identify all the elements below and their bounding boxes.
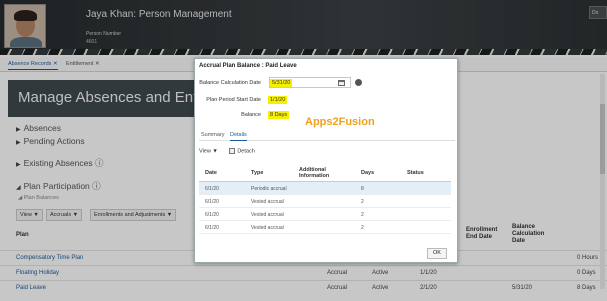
accrual-plan-balance-dialog: Accrual Plan Balance : Paid Leave Balanc… <box>194 58 458 263</box>
table-row[interactable]: 6/1/20 Vested accrual 2 <box>199 208 451 221</box>
row-type: Vested accrual <box>251 225 284 231</box>
calendar-icon[interactable] <box>338 80 345 86</box>
row-days: 2 <box>361 199 364 205</box>
balance-value: 8 Days <box>268 111 290 119</box>
row-date: 6/1/20 <box>205 186 219 192</box>
row-type: Periodic accrual <box>251 186 287 192</box>
start-date-value: 1/1/20 <box>268 96 288 104</box>
row-type: Vested accrual <box>251 199 284 205</box>
table-row[interactable]: 6/1/20 Vested accrual 2 <box>199 221 451 234</box>
table-row[interactable]: 6/1/20 Periodic accrual 8 <box>199 182 451 195</box>
calc-date-label: Balance Calculation Date <box>199 80 261 86</box>
refresh-icon[interactable] <box>355 79 362 86</box>
view-menu[interactable]: View ▼ <box>199 148 218 154</box>
watermark: Apps2Fusion <box>305 116 375 128</box>
detach-button[interactable]: Detach <box>237 148 254 154</box>
row-days: 2 <box>361 212 364 218</box>
balance-label: Balance <box>241 112 261 118</box>
details-toolbar: View ▼ Detach <box>199 148 255 154</box>
row-date: 6/1/20 <box>205 199 219 205</box>
col-days: Days <box>361 170 375 176</box>
dialog-title: Accrual Plan Balance : Paid Leave <box>199 63 297 69</box>
row-type: Vested accrual <box>251 212 284 218</box>
col-additional-info: Additional Information <box>299 167 330 179</box>
table-row[interactable]: 6/1/20 Vested accrual 2 <box>199 195 451 208</box>
col-status: Status <box>407 170 424 176</box>
calc-date-value[interactable]: 5/31/20 <box>270 79 293 87</box>
row-date: 6/1/20 <box>205 212 219 218</box>
tab-details[interactable]: Details <box>230 132 247 141</box>
row-days: 8 <box>361 186 364 192</box>
col-type: Type <box>251 170 264 176</box>
details-table-header: Date Type Additional Information Days St… <box>199 163 451 182</box>
tab-summary[interactable]: Summary <box>201 132 225 138</box>
start-date-label: Plan Period Start Date <box>206 97 261 103</box>
row-days: 2 <box>361 225 364 231</box>
col-date: Date <box>205 170 217 176</box>
dialog-tab-bar: Summary Details <box>199 129 455 141</box>
row-date: 6/1/20 <box>205 225 219 231</box>
ok-button[interactable]: OK <box>427 248 447 259</box>
detach-icon[interactable] <box>229 148 236 154</box>
